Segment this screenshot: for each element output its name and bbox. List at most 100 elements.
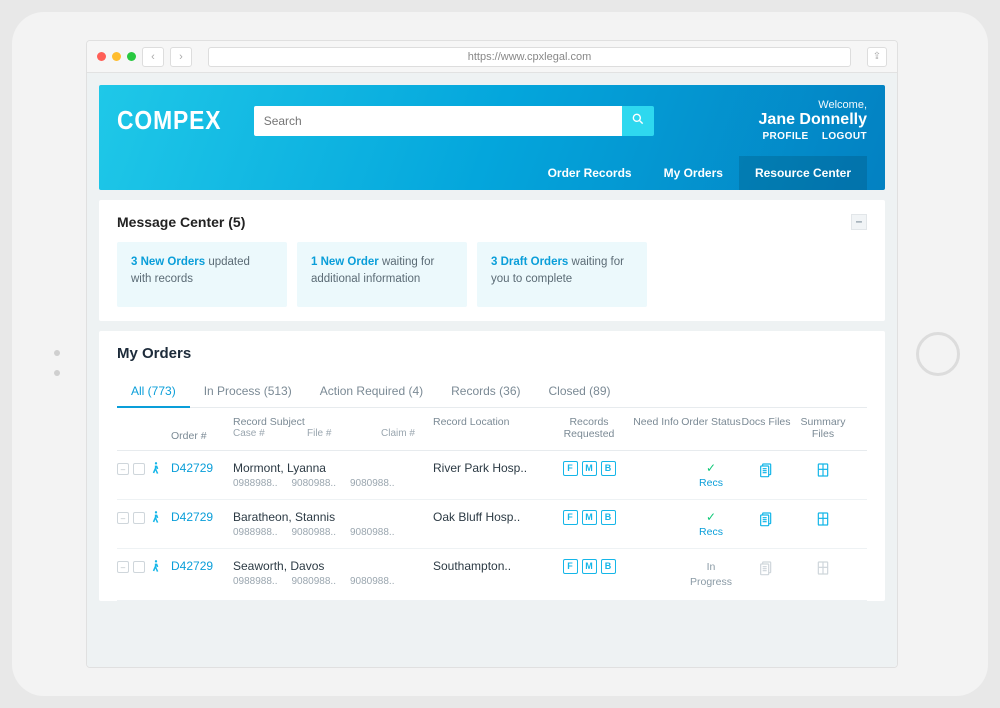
tab-in-process[interactable]: In Process (513) xyxy=(190,376,306,407)
col-records-requested: Records Requested xyxy=(547,416,631,442)
record-type-badge[interactable]: M xyxy=(582,559,597,574)
tab-records[interactable]: Records (36) xyxy=(437,376,534,407)
search-wrap xyxy=(254,106,654,136)
camera-dot xyxy=(54,350,60,356)
record-location: Southampton.. xyxy=(433,559,547,573)
logout-link[interactable]: LOGOUT xyxy=(822,131,867,142)
record-type-badge[interactable]: M xyxy=(582,461,597,476)
search-input[interactable] xyxy=(254,106,622,136)
browser-bar: ‹ › https://www.cpxlegal.com ⇪ xyxy=(87,41,897,73)
file-number: 9080988.. xyxy=(292,478,337,489)
nav-resource-center[interactable]: Resource Center xyxy=(739,156,867,190)
nav-order-records[interactable]: Order Records xyxy=(532,156,648,190)
tab-action-required[interactable]: Action Required (4) xyxy=(306,376,437,407)
message-card[interactable]: 1 New Order waiting for additional infor… xyxy=(297,242,467,307)
checkbox[interactable] xyxy=(133,463,145,475)
tab-closed[interactable]: Closed (89) xyxy=(534,376,624,407)
message-cards: 3 New Orders updated with records1 New O… xyxy=(117,242,867,307)
order-link[interactable]: D42729 xyxy=(171,559,213,573)
record-type-badge[interactable]: B xyxy=(601,461,616,476)
case-number: 0988988.. xyxy=(233,576,278,587)
message-center-title: Message Center (5) xyxy=(117,214,245,230)
col-need-info: Need Info xyxy=(631,416,681,442)
claim-number: 9080988.. xyxy=(350,478,395,489)
share-icon[interactable]: ⇪ xyxy=(867,47,887,67)
record-type-badge[interactable]: F xyxy=(563,461,578,476)
table-header: Order # Record Subject Case # File # Cla… xyxy=(117,408,867,451)
status-text: Recs xyxy=(699,526,723,538)
rush-icon xyxy=(149,510,163,527)
expand-icon[interactable]: – xyxy=(117,463,129,475)
case-number: 0988988.. xyxy=(233,478,278,489)
subject-name: Baratheon, Stannis xyxy=(233,510,433,524)
expand-icon[interactable]: – xyxy=(117,512,129,524)
header-nav: Order Records My Orders Resource Center xyxy=(117,156,867,190)
expand-icon[interactable]: – xyxy=(117,561,129,573)
user-name: Jane Donnelly xyxy=(752,111,867,129)
summary-file-icon[interactable] xyxy=(815,468,831,482)
message-card[interactable]: 3 New Orders updated with records xyxy=(117,242,287,307)
orders-tabs: All (773) In Process (513) Action Requir… xyxy=(117,376,867,408)
docs-file-icon[interactable] xyxy=(758,468,774,482)
record-type-badge[interactable]: F xyxy=(563,510,578,525)
subject-name: Mormont, Lyanna xyxy=(233,461,433,475)
record-location: Oak Bluff Hosp.. xyxy=(433,510,547,524)
col-case: Case # xyxy=(233,428,295,439)
summary-file-icon xyxy=(815,566,831,580)
record-type-badge[interactable]: F xyxy=(563,559,578,574)
checkbox[interactable] xyxy=(133,512,145,524)
file-number: 9080988.. xyxy=(292,576,337,587)
camera-dot xyxy=(54,370,60,376)
maximize-window-icon[interactable] xyxy=(127,52,136,61)
case-number: 0988988.. xyxy=(233,527,278,538)
subject-name: Seaworth, Davos xyxy=(233,559,433,573)
col-claim: Claim # xyxy=(381,428,415,439)
col-order: Order # xyxy=(171,416,233,442)
record-type-badge[interactable]: B xyxy=(601,510,616,525)
summary-file-icon[interactable] xyxy=(815,517,831,531)
record-type-badge[interactable]: M xyxy=(582,510,597,525)
minimize-window-icon[interactable] xyxy=(112,52,121,61)
rush-icon xyxy=(149,461,163,478)
check-icon: ✓ xyxy=(681,510,741,524)
tablet-frame: ‹ › https://www.cpxlegal.com ⇪ COMPEX xyxy=(12,12,988,696)
tab-all[interactable]: All (773) xyxy=(117,376,190,408)
message-card[interactable]: 3 Draft Orders waiting for you to comple… xyxy=(477,242,647,307)
search-icon xyxy=(631,112,645,129)
back-button[interactable]: ‹ xyxy=(142,47,164,67)
table-row: – D42729 Seaworth, Davos 0988988.. 9080988..… xyxy=(117,549,867,601)
orders-title: My Orders xyxy=(117,345,867,362)
profile-link[interactable]: PROFILE xyxy=(762,131,808,142)
close-window-icon[interactable] xyxy=(97,52,106,61)
table-row: – D42729 Mormont, Lyanna 0988988.. 9080988..… xyxy=(117,451,867,500)
claim-number: 9080988.. xyxy=(350,576,395,587)
checkbox[interactable] xyxy=(133,561,145,573)
claim-number: 9080988.. xyxy=(350,527,395,538)
logo: COMPEX xyxy=(117,105,221,136)
forward-button[interactable]: › xyxy=(170,47,192,67)
col-file: File # xyxy=(307,428,369,439)
app-header: COMPEX Welcome, Jane Donnelly xyxy=(99,85,885,190)
table-row: – D42729 Baratheon, Stannis 0988988.. 908098… xyxy=(117,500,867,549)
status-text: InProgress xyxy=(690,561,732,589)
check-icon: ✓ xyxy=(681,461,741,475)
col-record-location: Record Location xyxy=(433,416,547,442)
content-area: COMPEX Welcome, Jane Donnelly xyxy=(87,73,897,667)
rush-icon xyxy=(149,559,163,576)
welcome-label: Welcome, xyxy=(752,99,867,111)
table-body: – D42729 Mormont, Lyanna 0988988.. 9080988..… xyxy=(117,451,867,601)
col-order-status: Order Status xyxy=(681,416,741,442)
nav-my-orders[interactable]: My Orders xyxy=(648,156,739,190)
order-link[interactable]: D42729 xyxy=(171,461,213,475)
screen: ‹ › https://www.cpxlegal.com ⇪ COMPEX xyxy=(86,40,898,668)
search-button[interactable] xyxy=(622,106,654,136)
docs-file-icon[interactable] xyxy=(758,517,774,531)
col-docs-files: Docs Files xyxy=(741,416,791,442)
home-button[interactable] xyxy=(916,332,960,376)
record-type-badge[interactable]: B xyxy=(601,559,616,574)
order-link[interactable]: D42729 xyxy=(171,510,213,524)
url-bar[interactable]: https://www.cpxlegal.com xyxy=(208,47,851,67)
status-text: Recs xyxy=(699,477,723,489)
collapse-button[interactable]: – xyxy=(851,214,867,230)
message-center-panel: Message Center (5) – 3 New Orders update… xyxy=(99,200,885,321)
